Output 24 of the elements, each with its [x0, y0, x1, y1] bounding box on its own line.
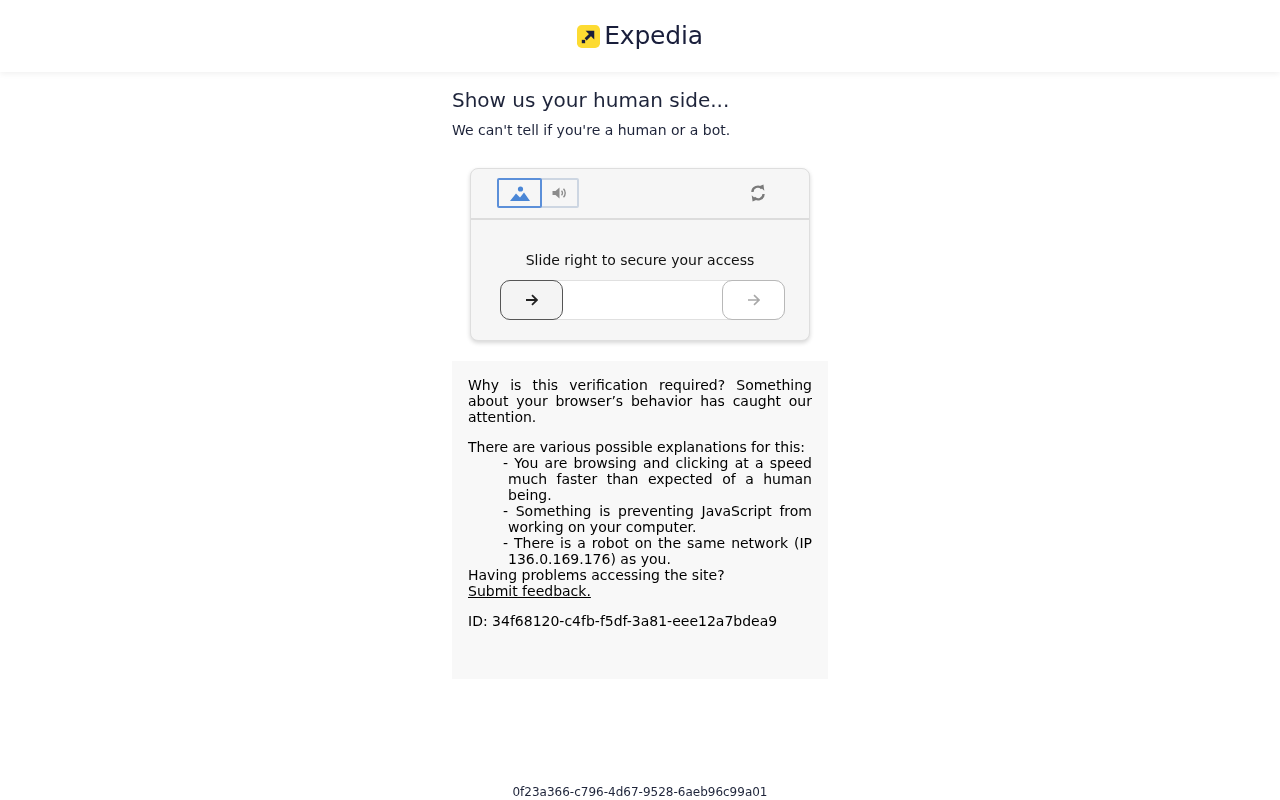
info-paragraph: Why is this verification required? Something about your browser’s behavior has caught our attention. — [468, 377, 812, 425]
speaker-icon — [552, 187, 567, 199]
arrow-icon — [525, 294, 538, 306]
reason-item: - You are browsing and clicking at a speed much faster than expected of a human being. — [502, 455, 812, 503]
footer-id: 0f23a366-c796-4d67-9528-6aeb96c99a01 — [511, 785, 769, 800]
slider-handle[interactable] — [500, 280, 563, 320]
feedback-link[interactable]: Submit feedback. — [468, 583, 591, 599]
page-heading: Show us your human side... — [452, 88, 731, 112]
refresh-icon — [749, 184, 767, 202]
reference-id: ID: 34f68120-c4fb-f5df-3a81-eee12a7bdea9 — [468, 613, 779, 629]
info-paragraph: There are various possible explanations for this: — [468, 439, 807, 455]
slider-track[interactable] — [500, 280, 785, 320]
refresh-button[interactable] — [749, 184, 767, 202]
help-text: Having problems accessing the site? — [468, 567, 726, 583]
logo-text: Expedia — [604, 21, 703, 51]
audio-mode-tab[interactable] — [540, 178, 579, 208]
reason-item: - There is a robot on the same network (IP 136.0.169.176) as you. — [502, 535, 812, 567]
page-subheading: We can't tell if you're a human or a bot. — [452, 121, 732, 139]
logo-icon — [577, 24, 601, 48]
image-icon — [509, 185, 530, 201]
image-mode-tab[interactable] — [497, 178, 542, 208]
reason-item: - Something is preventing JavaScript from working on your computer. — [502, 503, 812, 535]
slider-instruction: Slide right to secure your access — [524, 251, 756, 269]
arrow-icon — [747, 294, 760, 306]
